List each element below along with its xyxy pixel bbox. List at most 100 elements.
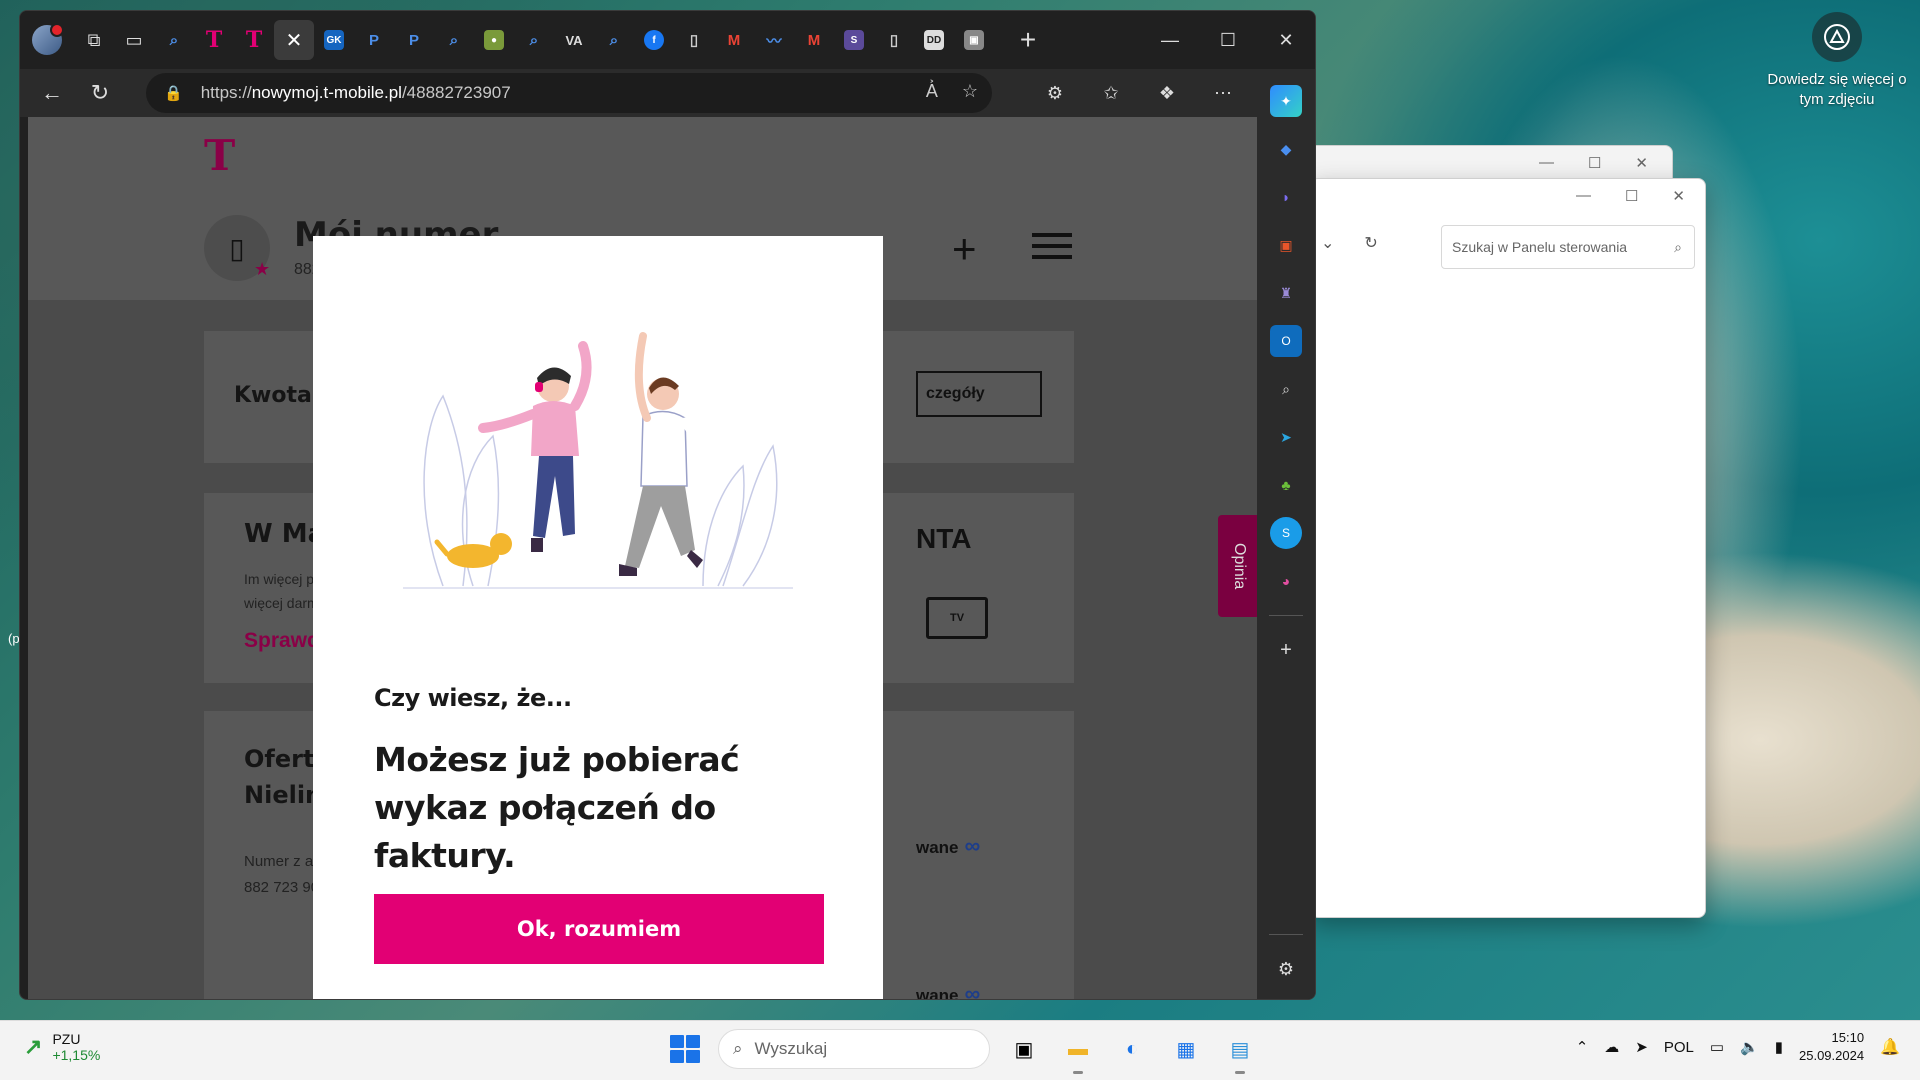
designer-icon[interactable]: ◕ [1270, 565, 1302, 597]
tab-box[interactable]: ▣ [954, 20, 994, 60]
browser-toolbar: ← ↻ 🔒 https://nowymoj.t-mobile.pl/488827… [20, 69, 1315, 117]
volume-icon[interactable]: 🔈 [1740, 1038, 1759, 1056]
modal-kicker: Czy wiesz, że... [374, 684, 572, 712]
add-icon[interactable]: + [952, 225, 977, 273]
tab-s[interactable]: S [834, 20, 874, 60]
language-indicator[interactable]: POL [1664, 1039, 1694, 1056]
tab-tmobile-1[interactable]: T [194, 20, 234, 60]
extensions-icon[interactable]: ⚙ [1035, 73, 1075, 113]
profile-avatar[interactable] [32, 23, 64, 55]
games-icon[interactable]: ♜ [1270, 277, 1302, 309]
collections-icon[interactable]: ❖ [1147, 73, 1187, 113]
tab-gmail-1[interactable]: M [714, 20, 754, 60]
maximize-icon[interactable]: ☐ [1625, 187, 1638, 205]
read-aloud-icon[interactable]: A͐ [926, 81, 938, 102]
more-menu-icon[interactable]: ⋯ [1203, 73, 1243, 113]
gk-icon: GK [324, 30, 344, 50]
edge-icon[interactable]: ◐ [1112, 1029, 1152, 1069]
tmobile-logo-icon: T [245, 27, 263, 53]
close-icon[interactable]: ✕ [1672, 187, 1685, 205]
tab-tmobile-2[interactable]: T [234, 20, 274, 60]
refresh-icon[interactable]: ↻ [1364, 233, 1377, 253]
copilot-icon[interactable]: ✦ [1270, 85, 1302, 117]
control-panel-search[interactable]: Szukaj w Panelu sterowania ⌕ [1441, 225, 1695, 269]
tab-search-3[interactable]: ⌕ [514, 20, 554, 60]
edge-browser-window[interactable]: ⧉ ▭ ⌕ T T ✕ GK P P ⌕ ● ⌕ VA ⌕ f ▯ M 〰 M … [19, 10, 1316, 1000]
favorites-icon[interactable]: ✩ [1091, 73, 1131, 113]
tab-va[interactable]: VA [554, 20, 594, 60]
tab-wave[interactable]: 〰 [754, 20, 794, 60]
url-path: /48882723907 [401, 83, 511, 102]
maximize-icon[interactable]: ☐ [1199, 11, 1257, 69]
feedback-tab[interactable]: Opinia [1218, 515, 1258, 617]
leaf-icon: ● [484, 30, 504, 50]
tab-doc-1[interactable]: ▯ [674, 20, 714, 60]
tab-gk[interactable]: GK [314, 20, 354, 60]
tab-dd[interactable]: DD [914, 20, 954, 60]
tab-paypal-1[interactable]: P [354, 20, 394, 60]
close-tab-icon[interactable]: ✕ [286, 28, 303, 53]
back-button[interactable]: ← [28, 73, 76, 113]
close-icon[interactable]: ✕ [1635, 154, 1648, 172]
vertical-tabs-icon[interactable]: ▭ [114, 20, 154, 60]
control-panel-search-placeholder: Szukaj w Panelu sterowania [1452, 239, 1628, 255]
network-icon[interactable]: ▭ [1710, 1038, 1724, 1056]
tab-active[interactable]: ✕ [274, 20, 314, 60]
desktop-spotlight-info[interactable]: Dowiedz się więcej o tym zdjęciu [1762, 12, 1912, 110]
task-view-icon[interactable]: ▣ [1004, 1029, 1044, 1069]
add-icon[interactable]: + [1270, 634, 1302, 666]
tmobile-logo-icon[interactable]: T [204, 131, 235, 180]
control-panel-icon[interactable]: ▤ [1220, 1029, 1260, 1074]
minimize-icon[interactable]: — [1576, 187, 1591, 205]
facebook-icon: f [644, 30, 664, 50]
clock[interactable]: 15:10 25.09.2024 [1799, 1029, 1864, 1065]
store-icon[interactable]: ▦ [1166, 1029, 1206, 1069]
close-icon[interactable]: ✕ [1257, 11, 1315, 69]
taskbar-search[interactable]: ⌕ Wyszukaj [718, 1029, 990, 1069]
onedrive-icon[interactable]: ☁ [1604, 1038, 1619, 1056]
system-tray: ⌃ ☁ ➤ POL ▭ 🔈 ▮ 15:10 25.09.2024 🔔 [1576, 1029, 1900, 1065]
paypal-icon: P [408, 31, 419, 49]
chevron-down-icon[interactable]: ⌄ [1321, 233, 1334, 253]
chevron-up-icon[interactable]: ⌃ [1576, 1038, 1589, 1056]
skype-icon[interactable]: S [1270, 517, 1302, 549]
bing-icon[interactable]: ◗ [1270, 181, 1302, 213]
tab-facebook[interactable]: f [634, 20, 674, 60]
outlook-icon[interactable]: O [1270, 325, 1302, 357]
shopping-tag-icon[interactable]: ◆ [1270, 133, 1302, 165]
tab-search-4[interactable]: ⌕ [594, 20, 634, 60]
address-bar[interactable]: 🔒 https://nowymoj.t-mobile.pl/4888272390… [146, 73, 992, 113]
stock-widget[interactable]: ↗ PZU +1,15% [24, 1031, 100, 1063]
maximize-icon[interactable]: ☐ [1588, 154, 1601, 172]
tab-doc-2[interactable]: ▯ [874, 20, 914, 60]
tab-gmail-2[interactable]: M [794, 20, 834, 60]
battery-icon[interactable]: ▮ [1775, 1038, 1783, 1056]
unlimited-text-2: wane [916, 986, 959, 1000]
location-icon[interactable]: ➤ [1635, 1038, 1648, 1056]
tab-paypal-2[interactable]: P [394, 20, 434, 60]
workspaces-icon[interactable]: ⧉ [74, 20, 114, 60]
tab-leaf[interactable]: ● [474, 20, 514, 60]
start-button[interactable] [664, 1029, 704, 1069]
refresh-button[interactable]: ↻ [76, 73, 124, 113]
gmail-icon: M [727, 31, 741, 49]
minimize-icon[interactable]: — [1141, 11, 1199, 69]
tab-search-2[interactable]: ⌕ [434, 20, 474, 60]
tab-search[interactable]: ⌕ [154, 20, 194, 60]
control-panel-window[interactable]: — ☐ ✕ ⌄ ↻ Szukaj w Panelu sterowania ⌕ [1310, 178, 1706, 918]
settings-gear-icon[interactable]: ⚙ [1270, 953, 1302, 985]
details-button[interactable]: czegóły [916, 371, 1042, 417]
tools-icon[interactable]: ▣ [1270, 229, 1302, 261]
favorite-star-icon[interactable]: ☆ [962, 81, 978, 102]
ok-understood-button[interactable]: Ok, rozumiem [374, 894, 824, 964]
send-icon[interactable]: ➤ [1270, 421, 1302, 453]
minimize-icon[interactable]: — [1539, 154, 1554, 172]
stock-name: PZU [52, 1031, 81, 1047]
notification-bell-icon[interactable]: 🔔 [1880, 1037, 1900, 1057]
search-icon[interactable]: ⌕ [1270, 373, 1302, 405]
tree-icon[interactable]: ♣ [1270, 469, 1302, 501]
hamburger-menu-icon[interactable] [1032, 233, 1072, 259]
file-explorer-icon[interactable]: ▬ [1058, 1029, 1098, 1074]
lock-icon[interactable]: 🔒 [164, 84, 183, 102]
new-tab-button[interactable]: + [1008, 24, 1048, 56]
